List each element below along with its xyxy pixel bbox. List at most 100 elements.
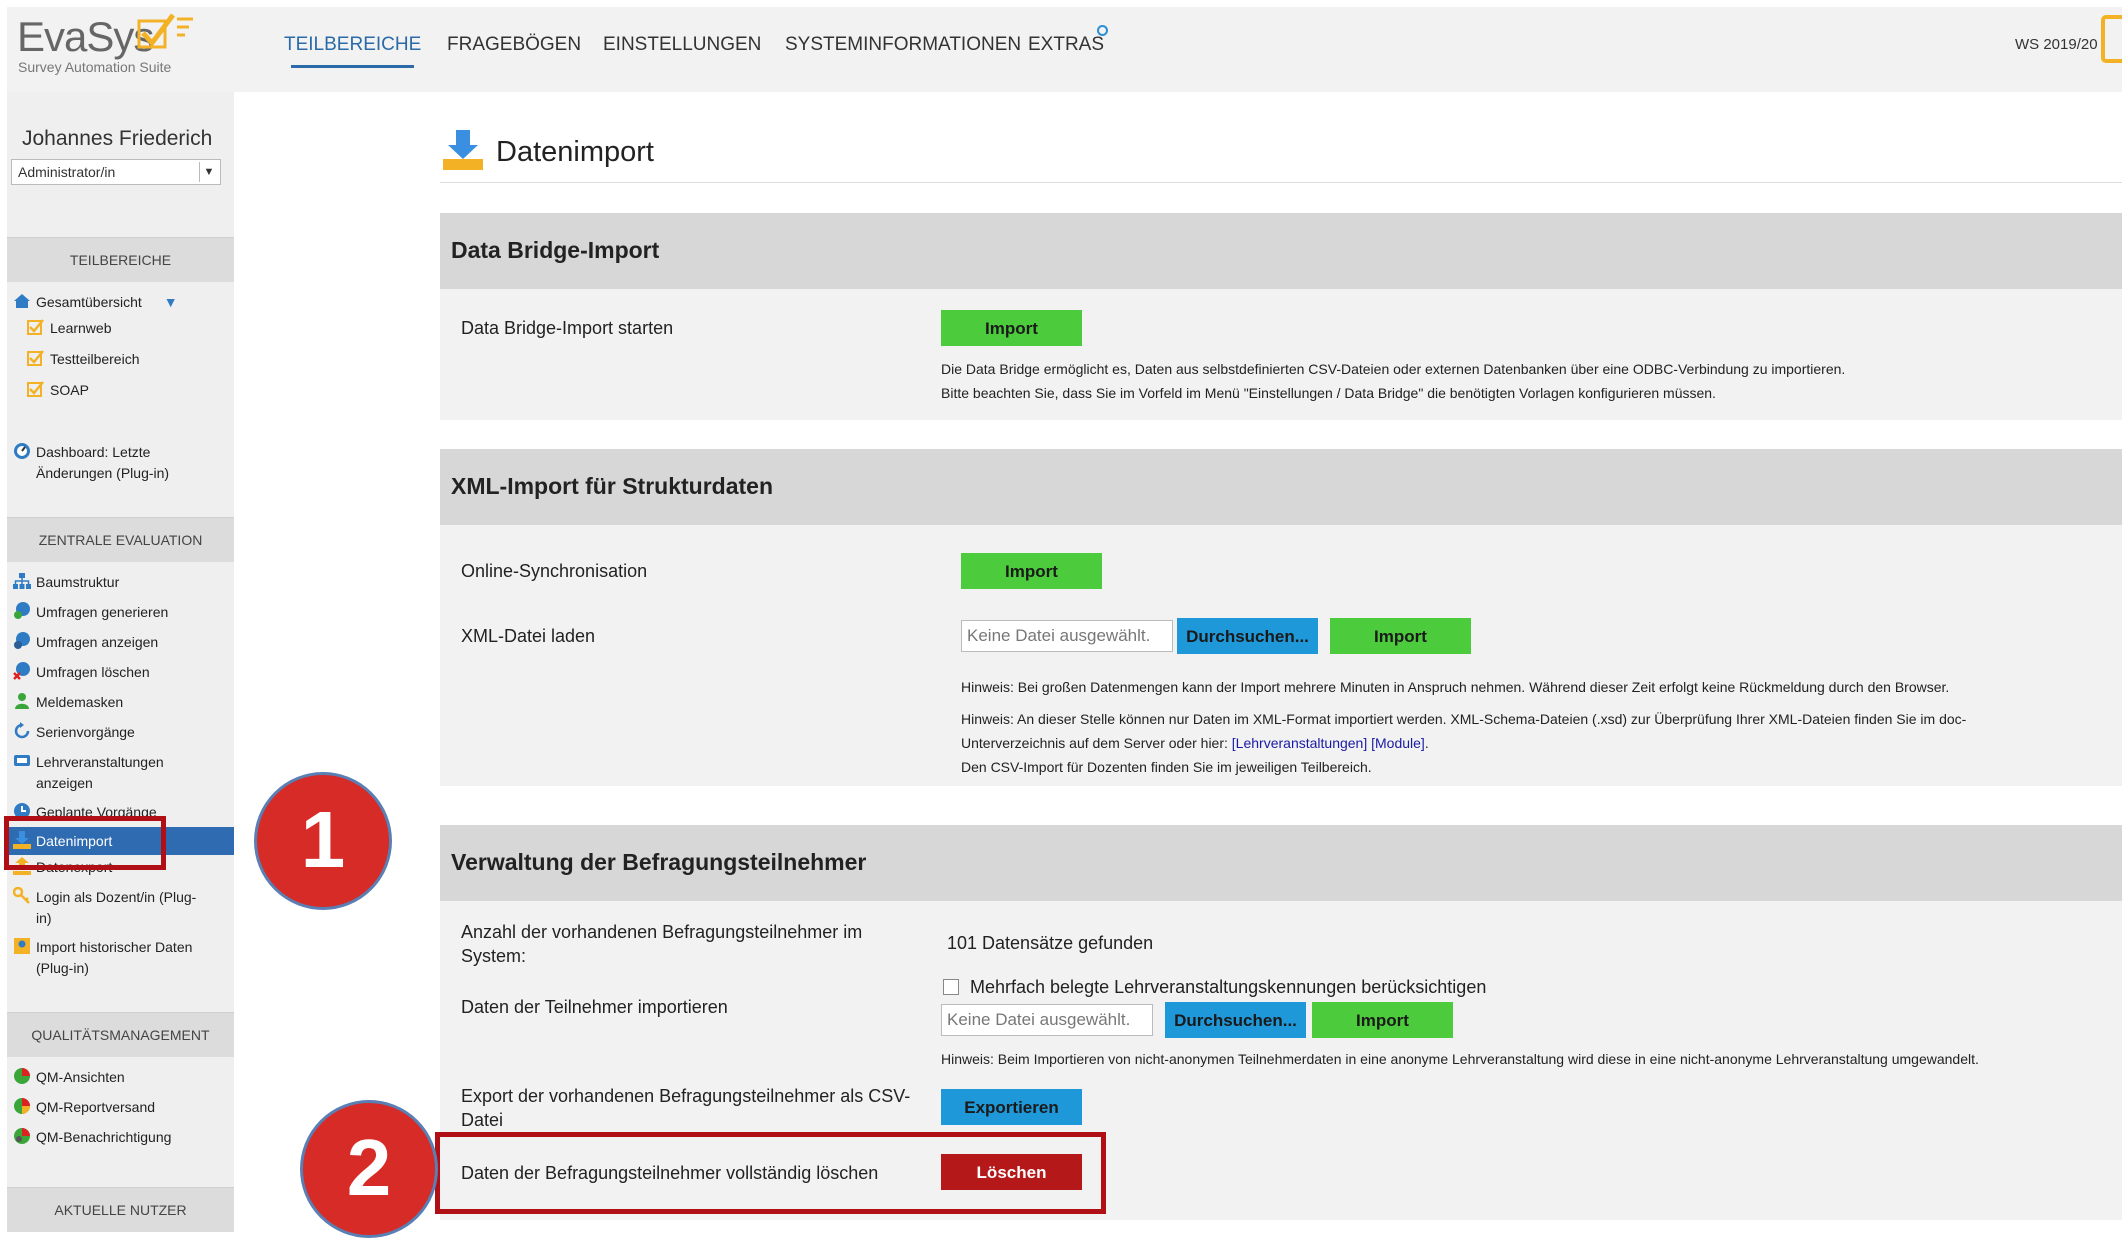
- multi-course-checkbox-label: Mehrfach belegte Lehrveranstaltungskennu…: [970, 977, 1487, 997]
- xml-sync-import-button[interactable]: Import: [961, 553, 1102, 589]
- sidebar-item-umfragen-generieren[interactable]: Umfragen generieren: [13, 602, 168, 623]
- sidebar-item-lehrveranstaltungen[interactable]: Lehrveranstaltungen anzeigen: [13, 752, 164, 794]
- key-icon: [12, 886, 31, 905]
- sidebar-item-label: Testteilbereich: [50, 351, 140, 367]
- home-icon: [13, 292, 31, 310]
- dashboard-gauge-icon: [13, 442, 31, 460]
- sidebar-item-umfragen-anzeigen[interactable]: Umfragen anzeigen: [13, 632, 158, 653]
- sidebar-item-testteilbereich[interactable]: Testteilbereich: [27, 349, 140, 370]
- sidebar-item-login-dozent[interactable]: Login als Dozent/in (Plug- in): [12, 886, 197, 929]
- xml-import-button[interactable]: Import: [1330, 618, 1471, 654]
- survey-delete-icon: [13, 662, 31, 680]
- sidebar-item-label: Learnweb: [50, 320, 112, 336]
- role-select[interactable]: Administrator/in ▼: [11, 159, 221, 185]
- xml-schema-links[interactable]: [Lehrveranstaltungen] [Module]: [1232, 735, 1425, 751]
- section-zentrale-evaluation[interactable]: ZENTRALE EVALUATION: [7, 517, 234, 562]
- section-aktuelle-nutzer[interactable]: AKTUELLE NUTZER: [7, 1187, 234, 1232]
- caret-down-icon[interactable]: ▼: [164, 292, 178, 313]
- sidebar-item-qm-reportversand[interactable]: QM-Reportversand: [13, 1097, 155, 1118]
- sidebar-item-label: QM-Reportversand: [36, 1099, 156, 1115]
- pie-chart-icon: [13, 1067, 31, 1085]
- section-qualitaetsmanagement[interactable]: QUALITÄTSMANAGEMENT: [7, 1012, 234, 1057]
- semester-label[interactable]: WS 2019/20: [2015, 36, 2098, 53]
- sidebar-item-label: Umfragen löschen: [36, 664, 150, 680]
- sidebar-item-label: QM-Ansichten: [36, 1069, 125, 1085]
- panel-title: XML-Import für Strukturdaten: [451, 473, 773, 499]
- panel-title: Verwaltung der Befragungsteilnehmer: [451, 849, 867, 875]
- sidebar-item-label: Baumstruktur: [36, 574, 120, 590]
- sidebar-item-umfragen-loeschen[interactable]: Umfragen löschen: [13, 662, 150, 683]
- course-icon: [13, 752, 31, 770]
- xml-hint-1: Hinweis: Bei großen Datenmengen kann der…: [961, 679, 1950, 695]
- pie-settings-icon: [13, 1127, 31, 1145]
- import-download-icon: [443, 130, 483, 170]
- xml-hint-3-end: .: [1424, 735, 1429, 751]
- sidebar-item-soap[interactable]: SOAP: [27, 380, 89, 401]
- pie-chart-icon: [13, 1097, 31, 1115]
- history-import-icon: [13, 937, 31, 955]
- xml-hint-3-text: Unterverzeichnis auf dem Server oder hie…: [961, 735, 1232, 751]
- panel-header: XML-Import für Strukturdaten: [440, 449, 2122, 525]
- nav-systeminformationen[interactable]: SYSTEMINFORMATIONEN: [785, 34, 1021, 56]
- sidebar-item-label: Login als Dozent/in (Plug-: [36, 889, 197, 905]
- nav-frageboegen[interactable]: FRAGEBÖGEN: [447, 34, 581, 56]
- sidebar: Johannes Friederich Administrator/in ▼ T…: [7, 92, 234, 1232]
- participants-count-label-2: System:: [461, 946, 527, 966]
- participants-browse-button[interactable]: Durchsuchen...: [1165, 1002, 1306, 1038]
- section-teilbereiche[interactable]: TEILBEREICHE: [7, 237, 234, 282]
- xml-file-input[interactable]: Keine Datei ausgewählt.: [961, 620, 1173, 652]
- sidebar-item-label: Serienvorgänge: [36, 724, 135, 740]
- participants-export-label-2: Datei: [461, 1110, 504, 1130]
- sidebar-item-label: Import historischer Daten: [36, 939, 193, 955]
- person-form-icon: [13, 692, 31, 710]
- sidebar-item-label: QM-Benachrichtigung: [36, 1129, 172, 1145]
- sidebar-item-qm-benachrichtigung[interactable]: QM-Benachrichtigung: [13, 1127, 171, 1148]
- sidebar-item-dashboard[interactable]: Dashboard: Letzte Änderungen (Plug-in): [13, 442, 169, 484]
- sidebar-item-serienvorgaenge[interactable]: Serienvorgänge: [13, 722, 135, 743]
- sidebar-item-label-line2: (Plug-in): [36, 960, 89, 976]
- logo-checkmark-icon: [137, 13, 193, 49]
- highlight-box-delete-row: [435, 1132, 1106, 1214]
- xml-hint-2: Hinweis: An dieser Stelle können nur Dat…: [961, 711, 1967, 727]
- sidebar-item-label: Umfragen generieren: [36, 604, 169, 620]
- corner-logo-icon: [2101, 15, 2122, 63]
- extras-badge-icon: [1097, 25, 1108, 36]
- app-logo[interactable]: EvaSys: [17, 13, 154, 61]
- sidebar-item-learnweb[interactable]: Learnweb: [27, 318, 112, 339]
- checkbox-check-icon: [27, 349, 45, 367]
- bridge-hint-2: Bitte beachten Sie, dass Sie im Vorfeld …: [941, 385, 1716, 401]
- checkbox-check-icon: [27, 380, 45, 398]
- panel-header: Data Bridge-Import: [440, 213, 2122, 289]
- panel-data-bridge: Data Bridge-Import Data Bridge-Import st…: [440, 213, 2122, 420]
- participants-import-button[interactable]: Import: [1312, 1002, 1453, 1038]
- xml-hint-4: Den CSV-Import für Dozenten finden Sie i…: [961, 759, 1372, 775]
- page-title: Datenimport: [496, 136, 654, 168]
- chevron-down-icon: ▼: [199, 162, 218, 182]
- multi-course-checkbox[interactable]: [943, 979, 959, 995]
- sidebar-item-baumstruktur[interactable]: Baumstruktur: [13, 572, 119, 593]
- sidebar-item-import-historisch[interactable]: Import historischer Daten (Plug-in): [13, 937, 192, 979]
- step-1-badge: 1: [254, 772, 392, 910]
- participants-import-label: Daten der Teilnehmer importieren: [461, 997, 728, 1017]
- sidebar-item-label: Dashboard: Letzte: [36, 444, 151, 460]
- sidebar-item-label: Meldemasken: [36, 694, 124, 710]
- nav-active-indicator: [291, 65, 414, 68]
- sidebar-item-qm-ansichten[interactable]: QM-Ansichten: [13, 1067, 125, 1088]
- participants-export-button[interactable]: Exportieren: [941, 1089, 1082, 1125]
- bridge-import-button[interactable]: Import: [941, 310, 1082, 346]
- survey-generate-icon: [13, 602, 31, 620]
- step-2-badge: 2: [300, 1100, 438, 1238]
- nav-einstellungen[interactable]: EINSTELLUNGEN: [603, 34, 761, 56]
- sidebar-item-label: SOAP: [50, 382, 89, 398]
- sidebar-item-gesamtuebersicht[interactable]: Gesamtübersicht ▼: [13, 292, 178, 313]
- sidebar-item-label: Umfragen anzeigen: [36, 634, 159, 650]
- sidebar-item-meldemasken[interactable]: Meldemasken: [13, 692, 123, 713]
- role-select-value: Administrator/in: [18, 164, 116, 180]
- participants-file-input[interactable]: Keine Datei ausgewählt.: [941, 1004, 1153, 1036]
- participants-count-label: Anzahl der vorhandenen Befragungsteilneh…: [461, 922, 863, 942]
- user-name: Johannes Friederich: [22, 127, 213, 150]
- participants-export-label: Export der vorhandenen Befragungsteilneh…: [461, 1086, 911, 1106]
- xml-browse-button[interactable]: Durchsuchen...: [1177, 618, 1318, 654]
- nav-teilbereiche[interactable]: TEILBEREICHE: [284, 34, 421, 56]
- nav-extras[interactable]: EXTRAS: [1028, 34, 1104, 56]
